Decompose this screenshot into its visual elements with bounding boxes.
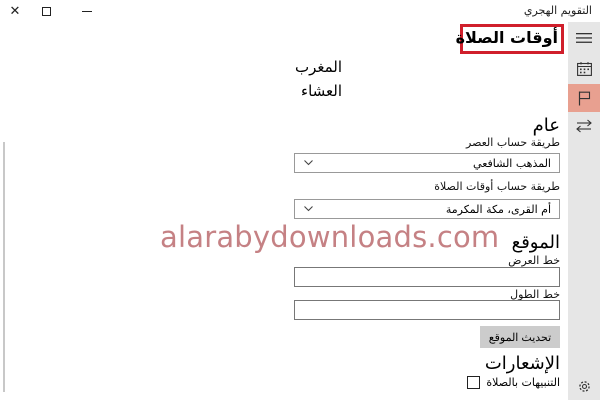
- flag-icon: [578, 91, 590, 105]
- maximize-icon: [41, 6, 51, 16]
- close-icon: ✕: [9, 3, 21, 19]
- title-bar: ✕ التقويم الهجري: [0, 0, 600, 22]
- section-notifications-heading: الإشعارات: [484, 353, 560, 374]
- chevron-down-icon: [304, 206, 313, 212]
- update-location-button[interactable]: تحديث الموقع: [480, 326, 560, 348]
- asr-method-select[interactable]: المذهب الشافعي: [294, 153, 560, 173]
- nav-rail: [568, 22, 600, 400]
- nav-convert[interactable]: [568, 112, 600, 140]
- latitude-input[interactable]: [294, 267, 560, 287]
- nav-calendar[interactable]: [568, 55, 600, 83]
- nav-settings[interactable]: [568, 372, 600, 400]
- section-location-heading: الموقع: [511, 232, 560, 253]
- calc-method-select[interactable]: أم القرى، مكة المكرمة: [294, 199, 560, 219]
- chevron-down-icon: [304, 160, 313, 166]
- prayer-maghrib: المغرب: [294, 58, 342, 76]
- calendar-icon: [576, 62, 592, 76]
- scrollbar[interactable]: [3, 142, 5, 392]
- prayer-alerts-checkbox[interactable]: [467, 376, 481, 389]
- swap-icon: [576, 119, 592, 133]
- menu-button[interactable]: [568, 24, 600, 52]
- gear-icon: [578, 380, 590, 392]
- calc-method-value: أم القرى، مكة المكرمة: [445, 202, 551, 216]
- asr-method-value: المذهب الشافعي: [473, 156, 551, 170]
- minimize-icon: [82, 10, 92, 12]
- prayer-isha: العشاء: [301, 82, 342, 100]
- section-general-heading: عام: [532, 115, 560, 136]
- prayer-alerts-row[interactable]: التنبيهات بالصلاة: [467, 376, 560, 389]
- latitude-label: خط العرض: [508, 254, 560, 267]
- asr-method-label: طريقة حساب العصر: [466, 136, 560, 149]
- hamburger-icon: [576, 33, 592, 43]
- minimize-button[interactable]: [72, 0, 102, 22]
- nav-prayer-times[interactable]: [568, 84, 600, 112]
- maximize-button[interactable]: [31, 0, 61, 22]
- longitude-input[interactable]: [294, 300, 560, 320]
- page-title: أوقات الصلاة: [455, 28, 558, 47]
- calc-method-label: طريقة حساب أوقات الصلاة: [434, 180, 560, 193]
- app-title: التقويم الهجري: [523, 4, 592, 17]
- main-content: أوقات الصلاة المغرب العشاء عام طريقة حسا…: [0, 22, 568, 400]
- watermark: alarabydownloads.com: [160, 220, 500, 254]
- prayer-alerts-label: التنبيهات بالصلاة: [486, 376, 560, 389]
- close-button[interactable]: ✕: [0, 0, 30, 22]
